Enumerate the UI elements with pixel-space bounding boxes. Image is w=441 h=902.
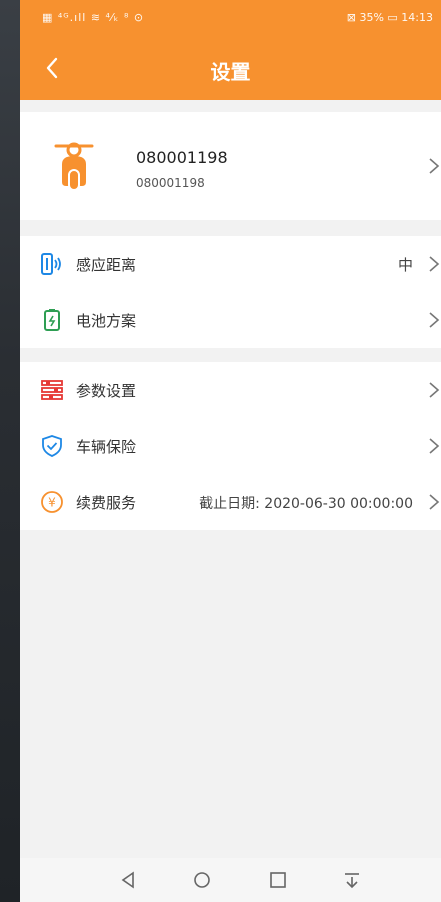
row-label: 电池方案: [76, 312, 137, 330]
notification-pull-icon[interactable]: [340, 868, 364, 892]
phone-signal-icon: [41, 253, 61, 275]
vehicle-name: 080001198: [136, 148, 228, 167]
svg-text:¥: ¥: [48, 496, 56, 510]
app-bar: 设置: [20, 36, 441, 100]
chevron-right-icon: [429, 382, 440, 398]
sliders-icon: [41, 380, 63, 400]
row-parameter-settings[interactable]: 参数设置: [20, 362, 441, 418]
row-sensing-distance[interactable]: 感应距离 中: [20, 236, 441, 292]
status-icons-right: ⊠ 35% ▭ 14:13: [346, 11, 433, 24]
yen-coin-icon: ¥: [41, 491, 63, 513]
phone-screen: ▦ ⁴ᴳ.ıll ≋ ⁴⁄ₖ ⁸ ⊙ ⊠ 35% ▭ 14:13 设置 0800…: [20, 0, 441, 902]
vehicle-id: 080001198: [136, 176, 205, 190]
shield-check-icon: [42, 435, 62, 457]
renewal-expiry-date: 截止日期: 2020-06-30 00:00:00: [199, 496, 413, 512]
row-vehicle-insurance[interactable]: 车辆保险: [20, 418, 441, 474]
row-label: 车辆保险: [76, 438, 137, 456]
settings-group-1: 感应距离 中 电池方案: [20, 236, 441, 348]
row-battery-plan[interactable]: 电池方案: [20, 292, 441, 348]
row-label: 参数设置: [76, 382, 137, 400]
settings-group-2: 参数设置 车辆保险 ¥ 续费服务 截止日期: 2020-06-30 00:00:…: [20, 362, 441, 530]
row-renewal-service[interactable]: ¥ 续费服务 截止日期: 2020-06-30 00:00:00: [20, 474, 441, 530]
status-bar: ▦ ⁴ᴳ.ıll ≋ ⁴⁄ₖ ⁸ ⊙ ⊠ 35% ▭ 14:13: [20, 0, 441, 36]
battery-icon: [44, 309, 60, 331]
row-label: 续费服务: [76, 494, 137, 512]
recents-square-icon[interactable]: [266, 868, 290, 892]
vehicle-card[interactable]: 080001198 080001198: [20, 112, 441, 220]
chevron-right-icon: [429, 256, 440, 272]
status-icons-left: ▦ ⁴ᴳ.ıll ≋ ⁴⁄ₖ ⁸ ⊙: [42, 11, 145, 24]
row-label: 感应距离: [76, 256, 137, 274]
page-title: 设置: [210, 60, 251, 84]
scooter-icon: [54, 142, 94, 191]
chevron-right-icon: [429, 158, 440, 174]
chevron-right-icon: [429, 312, 440, 328]
chevron-right-icon: [429, 438, 440, 454]
back-triangle-icon[interactable]: [116, 868, 140, 892]
chevron-right-icon: [429, 494, 440, 510]
system-nav-bar: [20, 858, 441, 902]
row-value: 中: [397, 256, 413, 274]
home-circle-icon[interactable]: [190, 868, 214, 892]
